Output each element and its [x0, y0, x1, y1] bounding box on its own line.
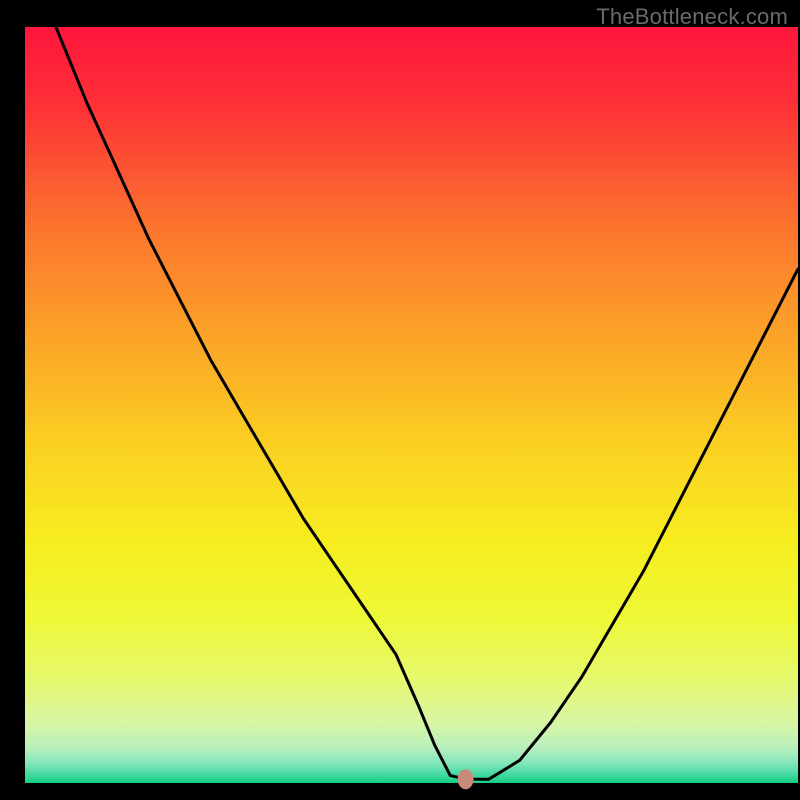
chart-frame: TheBottleneck.com	[0, 0, 800, 800]
optimal-point-marker	[458, 769, 474, 789]
bottleneck-chart	[0, 0, 800, 800]
watermark-text: TheBottleneck.com	[596, 4, 788, 30]
plot-background	[25, 27, 798, 783]
